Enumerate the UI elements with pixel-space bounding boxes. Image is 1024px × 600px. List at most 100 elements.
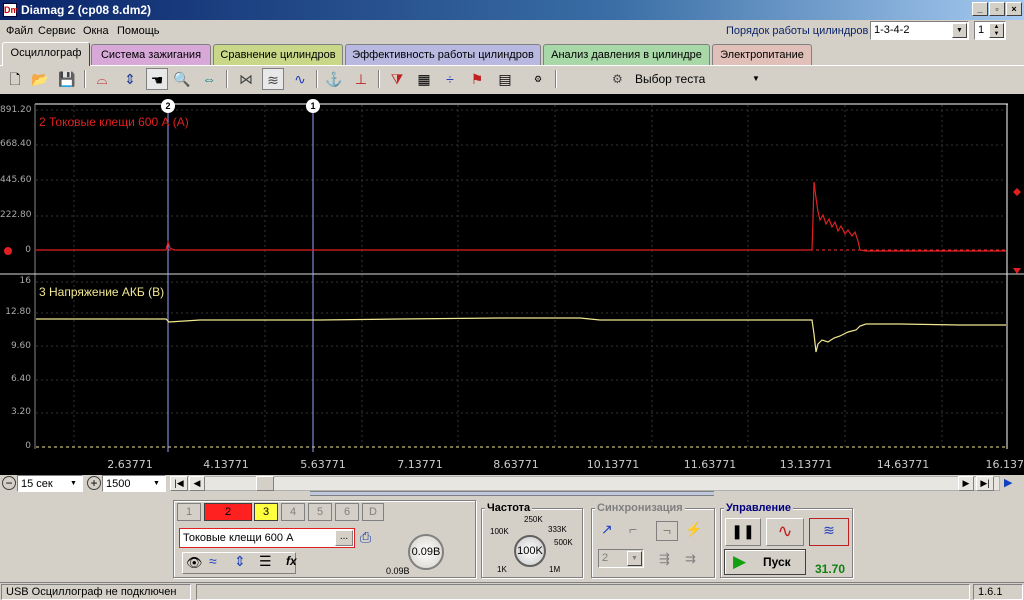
channel-4-button[interactable]: 4 (281, 503, 305, 521)
cylinder-number-spinner[interactable]: 1 ▲ ▼ (974, 21, 1006, 40)
test-select-dropdown[interactable]: ⚙ Выбор теста ▼ (610, 70, 766, 88)
toolbar-separator (555, 70, 557, 88)
save-icon[interactable]: 💾 (56, 68, 78, 90)
document-icon[interactable]: ▤ (494, 68, 516, 90)
sensitivity-knob[interactable]: 0.09В (408, 534, 444, 570)
channel-2-button[interactable]: 2 (204, 503, 252, 521)
chevron-down-icon[interactable]: ▼ (149, 477, 164, 492)
auto-setup-icon[interactable]: ⚙ (527, 68, 549, 90)
title-bar[interactable]: Dm Diamag 2 (cp08 8.dm2) _ ▫ × (0, 0, 1024, 20)
zero-level-icon[interactable]: ⊥ (350, 68, 372, 90)
chevron-down-icon[interactable]: ▼ (66, 477, 81, 492)
y-tick: 222.80 (0, 210, 32, 220)
restore-button[interactable]: ▫ (989, 2, 1005, 16)
test-select-label: Выбор теста (635, 72, 706, 86)
filter-icon[interactable]: ⧩ (386, 68, 408, 90)
tab-cylinder-efficiency[interactable]: Эффективность работы цилиндров (345, 44, 541, 65)
x-tick: 13.13771 (779, 458, 833, 471)
knob-min-label: 0.09В (386, 566, 410, 576)
waveform-icon[interactable]: ≈ (209, 553, 217, 569)
minimize-button[interactable]: _ (972, 2, 988, 16)
sine-mode-button[interactable]: ∿ (766, 518, 804, 546)
menu-windows[interactable]: Окна (83, 25, 109, 37)
channel-digital-button[interactable]: D (362, 503, 384, 521)
sync-channel-value: 2 (602, 552, 609, 564)
spinner-arrows-icon[interactable]: ▲ ▼ (989, 23, 1004, 38)
tab-oscilloscope[interactable]: Осциллограф (2, 42, 90, 66)
menu-service[interactable]: Сервис (38, 25, 76, 37)
tab-ignition[interactable]: Система зажигания (91, 44, 211, 65)
play-icon: ▶ (733, 552, 747, 571)
zoom-out-icon[interactable]: − (2, 476, 16, 490)
scroll-thumb[interactable] (256, 476, 274, 491)
cylinder-order-select[interactable]: 1-3-4-2 ▼ (870, 21, 969, 40)
x-tick: 11.63771 (683, 458, 737, 471)
sync-edge-up-icon[interactable]: ⌐ (629, 521, 637, 537)
zoom-in-icon[interactable]: + (87, 476, 101, 490)
menu-help[interactable]: Помощь (117, 25, 160, 37)
table-icon[interactable]: ▦ (413, 68, 435, 90)
menu-file[interactable]: Файл (6, 25, 33, 37)
waveform-multi-icon[interactable]: ∿ (289, 68, 311, 90)
pause-button[interactable]: ❚❚ (725, 518, 761, 546)
fit-icon[interactable]: ⇔ (198, 68, 220, 90)
duration-select[interactable]: 15 сек ▼ (17, 475, 83, 492)
channel-1-button[interactable]: 1 (177, 503, 201, 521)
vertical-move-icon[interactable]: ⇕ (234, 553, 246, 570)
x-tick: 14.63771 (876, 458, 930, 471)
tab-pressure-analysis[interactable]: Анализ давления в цилиндре (543, 44, 710, 65)
channel-3-title: 3 Напряжение АКБ (В) (39, 285, 165, 299)
scroll-left-button[interactable]: ◀ (189, 476, 205, 491)
start-button[interactable]: ▶ Пуск (724, 549, 806, 575)
probe-name-field[interactable]: Токовые клещи 600 А ... (179, 528, 355, 548)
arc-cursor-icon[interactable]: ⌓ (91, 68, 113, 90)
points-value: 1500 (106, 478, 131, 490)
frequency-knob[interactable]: 100K (514, 535, 546, 567)
cursor-2-handle[interactable]: 2 (161, 99, 175, 113)
waveform-compress-icon[interactable]: ⋈ (235, 68, 257, 90)
close-button[interactable]: × (1006, 2, 1022, 16)
multi-trace-button[interactable]: ≋ (809, 518, 849, 546)
frequency-title: Частота (485, 502, 533, 514)
marker-flag-icon[interactable]: ⚑ (466, 68, 488, 90)
x-tick: 4.13771 (203, 458, 249, 471)
eye-icon[interactable]: 👁 (186, 555, 203, 571)
chevron-down-icon[interactable]: ▼ (952, 23, 967, 38)
sync-level-icon[interactable]: ⇶ (659, 551, 670, 567)
cursor-1-handle[interactable]: 1 (306, 99, 320, 113)
app-icon: Dm (3, 3, 19, 17)
scroll-end-button[interactable]: ▶| (976, 476, 994, 491)
sync-auto-icon[interactable]: ⚡ (685, 521, 702, 538)
tab-power-supply[interactable]: Электропитание (712, 44, 812, 65)
status-message: USB Осциллограф не подключен (1, 584, 191, 600)
hand-pan-icon[interactable]: ☚ (146, 68, 168, 90)
sync-delay-icon[interactable]: ⇉ (685, 551, 696, 567)
scroll-right-button[interactable]: ▶ (958, 476, 974, 491)
channel-5-button[interactable]: 5 (308, 503, 332, 521)
new-file-icon[interactable]: 🗋 (4, 68, 26, 90)
x-tick: 2.63771 (107, 458, 153, 471)
probe-settings-icon[interactable]: ⎙ (360, 529, 371, 546)
time-scrollbar[interactable] (170, 476, 1000, 491)
chevron-down-icon[interactable]: ▼ (627, 551, 642, 566)
open-folder-icon[interactable]: 📂 (29, 68, 51, 90)
x-tick: 7.13771 (397, 458, 443, 471)
lines-icon[interactable]: ☰ (259, 553, 272, 570)
split-icon[interactable]: ÷ (439, 68, 461, 90)
channel-6-button[interactable]: 6 (335, 503, 359, 521)
scroll-start-button[interactable]: |◀ (170, 476, 188, 491)
sync-edge-down-icon[interactable]: ¬ (656, 521, 678, 541)
auto-trigger-icon[interactable]: ⚓ (323, 68, 345, 90)
function-icon[interactable]: fx (286, 554, 297, 568)
y-tick: 0 (25, 441, 31, 451)
tab-cylinder-compare[interactable]: Сравнение цилиндров (213, 44, 343, 65)
sync-channel-select[interactable]: 2 ▼ (598, 549, 644, 568)
zoom-icon[interactable]: 🔍 (171, 68, 193, 90)
vertical-scale-icon[interactable]: ⇕ (119, 68, 141, 90)
points-select[interactable]: 1500 ▼ (102, 475, 166, 492)
probe-browse-button[interactable]: ... (335, 530, 353, 546)
waveform-overlay-icon[interactable]: ≋ (262, 68, 284, 90)
channel-3-button[interactable]: 3 (254, 503, 278, 521)
play-arrow-icon[interactable]: ▶ (1004, 476, 1012, 489)
sync-rising-icon[interactable]: ↗ (601, 521, 613, 538)
